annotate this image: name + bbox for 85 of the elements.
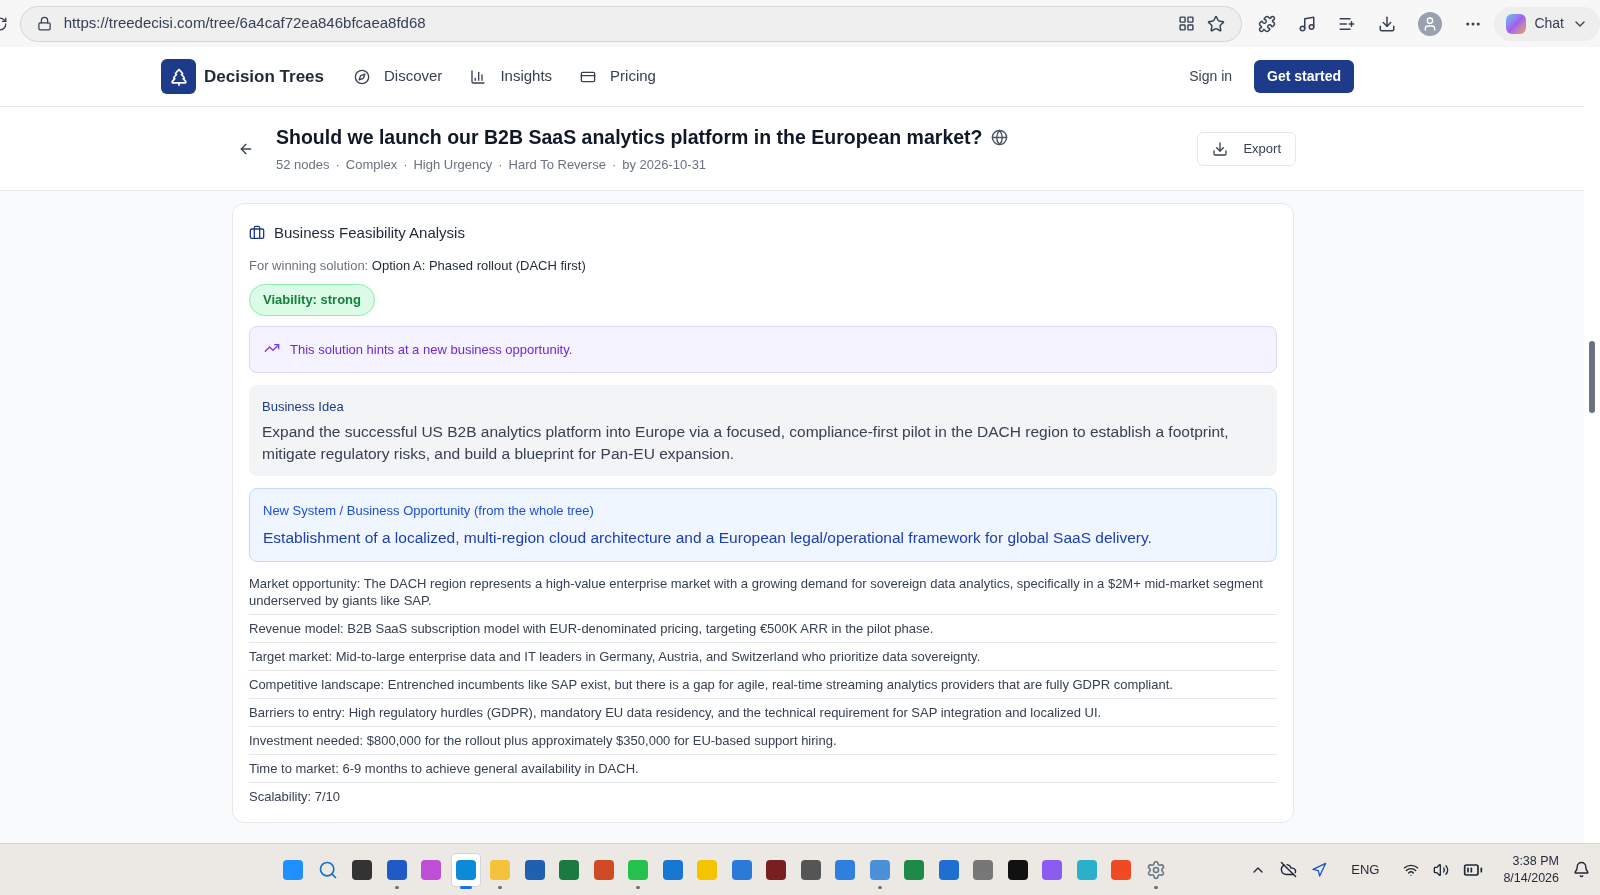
copilot-icon — [1506, 13, 1527, 34]
app-icon — [662, 859, 683, 880]
favorite-icon[interactable] — [1207, 14, 1226, 33]
chart-icon — [470, 68, 487, 85]
tree-icon — [168, 66, 189, 87]
fact-row: Time to market: 6-9 months to achieve general availability in DACH. — [249, 754, 1277, 783]
meta-item: · — [403, 155, 408, 174]
meta-item: · — [335, 155, 340, 174]
app-icon — [869, 859, 890, 880]
location-icon[interactable] — [1311, 861, 1328, 878]
card-title: Business Feasibility Analysis — [274, 223, 465, 243]
meta-item: by 2026-10-31 — [622, 155, 707, 174]
meta-item: 52 nodes — [276, 155, 330, 174]
url-text[interactable]: https://treedecisi.com/tree/6a4caf72ea846bfcaea8fd68 — [63, 12, 1167, 35]
app-icon — [904, 859, 924, 880]
opportunity-label: New System / Business Opportunity (from the whole tree) — [263, 502, 595, 520]
app-icon — [490, 859, 510, 880]
nav-link[interactable]: Discover — [354, 65, 443, 88]
idea-label: Business Idea — [262, 397, 345, 416]
get-started-button[interactable]: Get started — [1254, 60, 1354, 93]
app-icon — [559, 859, 579, 880]
clock-time[interactable]: 3:38 PM — [1512, 852, 1559, 870]
meta-item: · — [498, 155, 503, 174]
app-icon — [386, 859, 407, 880]
app-icon — [766, 859, 786, 880]
briefcase-icon — [249, 225, 265, 242]
app-icon — [973, 859, 993, 880]
app-icon — [800, 859, 821, 880]
app-available-icon[interactable] — [1178, 15, 1196, 32]
meta-item: · — [611, 155, 617, 174]
fact-row: Investment needed: $800,000 for the rollout plus approximately $350,000 for EU-based support hiring. — [249, 726, 1277, 755]
logo-icon[interactable] — [161, 59, 196, 94]
nav-link[interactable]: Insights — [470, 65, 553, 88]
app-icon — [835, 859, 855, 880]
app-icon — [283, 859, 303, 880]
app-icon — [628, 859, 648, 880]
extensions-icon[interactable] — [1258, 14, 1277, 33]
settings-icon — [1145, 859, 1166, 880]
app-icon — [352, 859, 372, 880]
fact-row: Barriers to entry: High regulatory hurdles (GDPR), mandatory EU data residency, and the technical requirement for SAP integration and localized UI. — [249, 698, 1277, 727]
app-icon — [421, 859, 441, 880]
app-icon — [1076, 859, 1097, 880]
fact-row: Revenue model: B2B SaaS subscription model with EUR-denominated pricing, targeting €500K ARR in the pilot phase. — [249, 614, 1277, 643]
globe-icon[interactable] — [990, 128, 1008, 146]
search-icon — [317, 859, 338, 880]
download-icon — [1212, 140, 1229, 157]
sign-in-link[interactable]: Sign in — [1189, 66, 1233, 87]
idea-text: Expand the successful US B2B analytics platform into Europe via a focused, compliance-first pilot in the DACH region to establish a footprint, mitigate regulatory risks, and build a blueprint for Pan-EU expansion. — [262, 422, 1230, 464]
app-icon — [938, 859, 959, 880]
nav-link[interactable]: Pricing — [580, 65, 656, 88]
chat-button[interactable]: Chat — [1494, 6, 1600, 41]
lock-icon[interactable] — [36, 16, 52, 31]
export-button[interactable]: Export — [1197, 131, 1296, 166]
scrollbar-thumb[interactable] — [1589, 341, 1595, 413]
address-bar[interactable]: https://treedecisi.com/tree/6a4caf72ea846bfcaea8fd68 — [19, 5, 1243, 42]
language-indicator[interactable]: ENG — [1351, 859, 1380, 880]
fact-row: Competitive landscape: Entrenched incumbents like SAP exist, but there is a gap for agile, real-time streaming analytics providers that are fully GDPR compliant. — [249, 670, 1277, 699]
app-icon — [1042, 859, 1062, 880]
app-icon — [731, 859, 752, 880]
media-icon[interactable] — [1298, 14, 1317, 33]
fact-row-text: Scalability: 7/10 — [249, 787, 342, 806]
fact-row: Market opportunity: The DACH region represents a high-value enterprise market with a growing demand for sovereign data analytics, specifically in a $2M+ mid-market segment underserved by giants like SAP. — [249, 569, 1277, 615]
download-icon[interactable] — [1378, 14, 1397, 33]
meta-item: Complex — [345, 155, 398, 174]
app-icon — [593, 859, 614, 880]
volume-icon[interactable] — [1433, 861, 1450, 878]
hint-text: This solution hints at a new business opportunity. — [290, 340, 573, 359]
app-icon — [1007, 859, 1028, 880]
winning-solution: For winning solution: Option A: Phased rollout (DACH first) — [249, 256, 587, 275]
fact-row: Target market: Mid-to-large enterprise data and IT leaders in Germany, Austria, and Switzerland who prioritize data sovereignty. — [249, 642, 1277, 671]
brand-name[interactable]: Decision Trees — [204, 63, 324, 90]
app-icon — [455, 859, 476, 880]
profile-avatar[interactable] — [1418, 11, 1443, 36]
cloud-off-icon[interactable] — [1280, 861, 1298, 878]
compass-icon — [354, 68, 370, 85]
meta-item: High Urgency — [413, 155, 493, 174]
app-icon — [1111, 859, 1131, 880]
notification-icon[interactable] — [1573, 861, 1590, 878]
page-title: Should we launch our B2B SaaS analytics platform in the European market? — [276, 124, 983, 150]
opportunity-text: Establishment of a localized, multi-region cloud architecture and a European legal/operational framework for global SaaS delivery. — [263, 527, 1153, 548]
app-icon — [524, 859, 545, 880]
clock-date[interactable]: 8/14/2026 — [1503, 869, 1559, 887]
app-icon — [697, 859, 717, 880]
meta-item: Hard To Reverse — [508, 155, 606, 174]
viability-badge: Viability: strong — [249, 284, 375, 316]
